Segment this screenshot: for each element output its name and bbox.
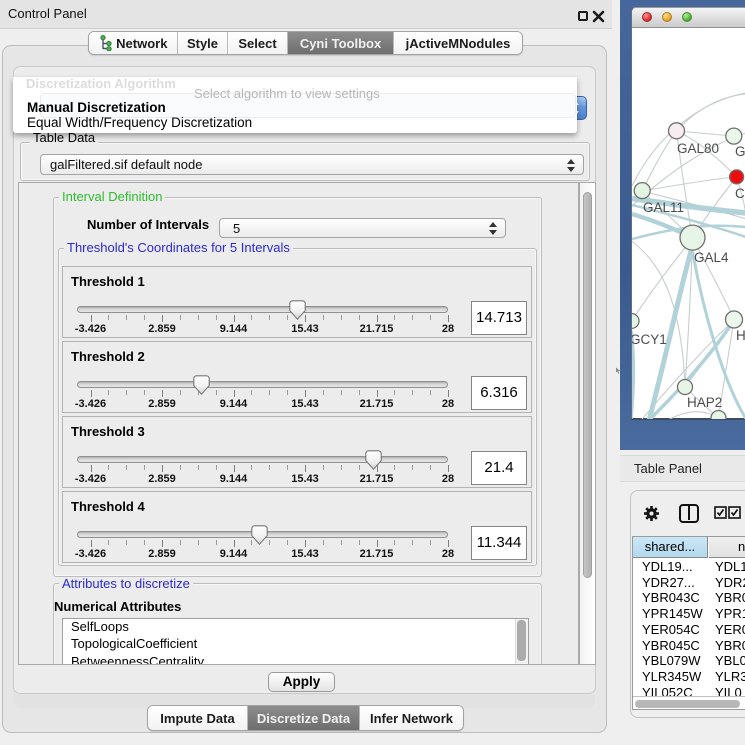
svg-text:GAL11: GAL11 xyxy=(643,200,684,215)
svg-text:G.: G. xyxy=(735,144,745,159)
svg-text:HAP2: HAP2 xyxy=(687,395,722,410)
svg-text:H: H xyxy=(736,328,745,343)
svg-text:GAL80: GAL80 xyxy=(677,141,719,156)
svg-text:C: C xyxy=(735,186,745,201)
svg-text:GAL4: GAL4 xyxy=(694,250,729,265)
svg-text:GCY1: GCY1 xyxy=(632,332,667,347)
